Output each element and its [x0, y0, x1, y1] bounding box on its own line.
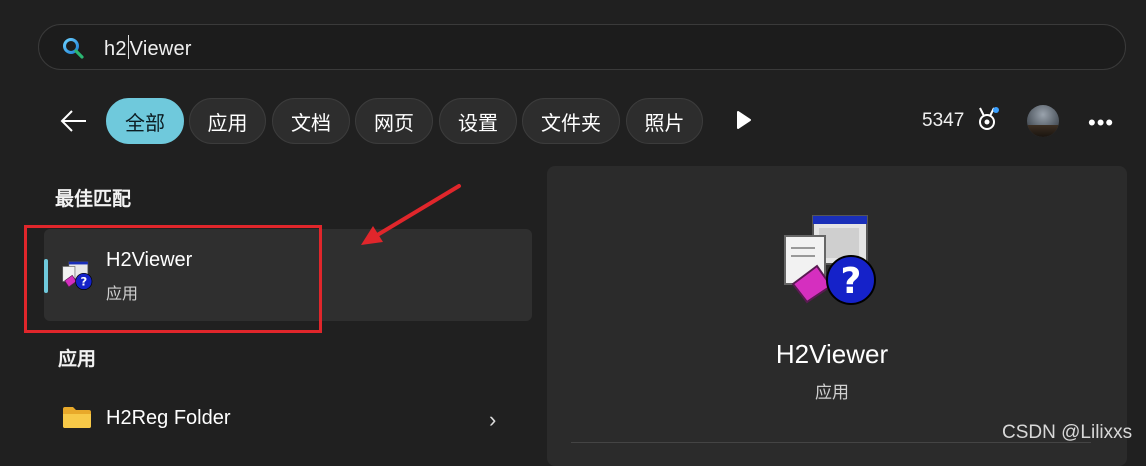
preview-app-type: 应用 [815, 383, 849, 403]
filter-chip-apps[interactable]: 应用 [189, 98, 266, 144]
more-icon[interactable]: ••• [1088, 110, 1114, 136]
preview-pane: ? H2Viewer 应用 [547, 166, 1127, 466]
apps-section-title: 应用 [58, 348, 97, 370]
search-text-before-caret: h2 [104, 38, 127, 60]
avatar[interactable] [1027, 105, 1059, 137]
folder-icon [63, 407, 91, 428]
annotation-highlight-box [24, 225, 322, 333]
back-arrow-icon[interactable] [58, 106, 90, 136]
help-viewer-icon: ? [784, 215, 876, 305]
text-caret [127, 35, 129, 59]
filter-chip-photos[interactable]: 照片 [626, 98, 703, 144]
rewards-points[interactable]: 5347 [922, 110, 964, 132]
search-input[interactable]: h2 Viewer [104, 35, 192, 61]
filter-chip-settings[interactable]: 设置 [439, 98, 517, 144]
watermark: CSDN @Lilixxs [1002, 422, 1133, 443]
filter-chip-all[interactable]: 全部 [106, 98, 184, 144]
annotation-arrow [361, 184, 461, 245]
chevron-right-icon[interactable]: › [489, 407, 496, 433]
best-match-title: 最佳匹配 [55, 188, 132, 210]
app-item-name: H2Reg Folder [106, 407, 231, 429]
filter-chip-web[interactable]: 网页 [355, 98, 433, 144]
play-icon[interactable] [735, 110, 753, 130]
list-item[interactable]: H2Reg Folder › [44, 395, 532, 441]
filter-chip-folders[interactable]: 文件夹 [522, 98, 620, 144]
filter-chip-documents[interactable]: 文档 [272, 98, 350, 144]
search-text-after-caret: Viewer [129, 38, 192, 60]
preview-app-name: H2Viewer [775, 339, 889, 369]
svg-text:?: ? [841, 261, 862, 302]
search-icon [63, 38, 84, 59]
medal-icon[interactable] [975, 106, 999, 134]
search-box[interactable]: h2 Viewer [38, 24, 1126, 70]
